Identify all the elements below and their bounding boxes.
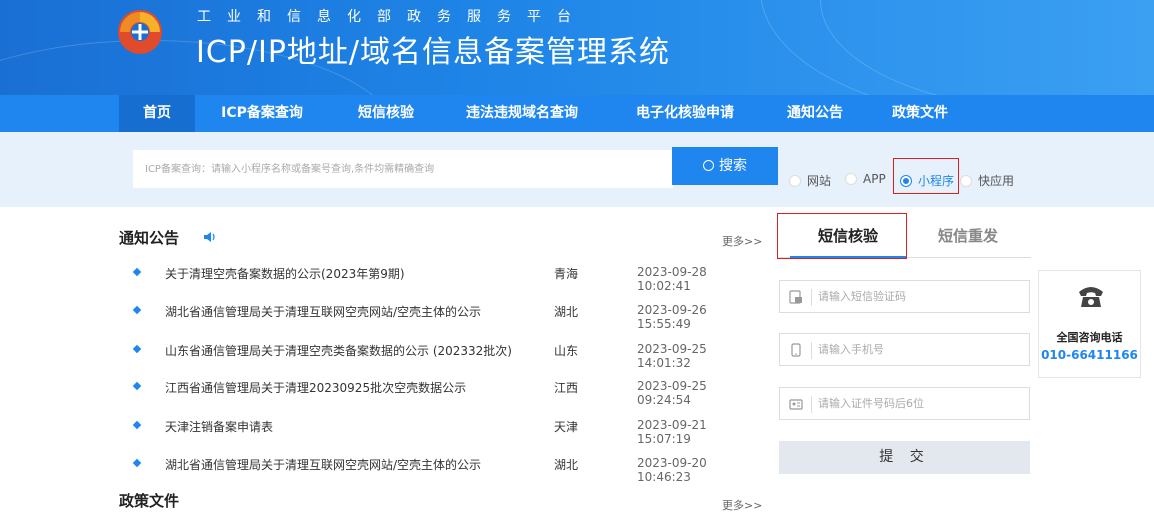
notice-row[interactable]: 山东省通信管理局关于清理空壳类备案数据的公示 (202332批次) 山东 202… (132, 342, 764, 370)
notice-title[interactable]: 关于清理空壳备案数据的公示(2023年第9期) (165, 265, 405, 282)
radio-dot (960, 174, 972, 187)
main-nav: 首页 ICP备案查询 短信核验 违法违规域名查询 电子化核验申请 通知公告 政策… (0, 95, 1154, 132)
field-separator (811, 289, 812, 306)
notice-row[interactable]: 天津注销备案申请表 天津 2023-09-21 15:07:19 (132, 418, 764, 446)
field-separator (811, 342, 812, 359)
tab-sms-resend[interactable]: 短信重发 (910, 218, 1026, 258)
radio-dot (789, 174, 801, 187)
bullet-icon (132, 344, 142, 354)
highlight-box-mini-program (893, 158, 959, 194)
policy-title: 政策文件 (119, 492, 180, 510)
mobile-field (779, 333, 1030, 366)
notice-province: 青海 (554, 267, 579, 281)
notice-row[interactable]: 关于清理空壳备案数据的公示(2023年第9期) 青海 2023-09-28 10… (132, 265, 764, 293)
notice-title[interactable]: 湖北省通信管理局关于清理互联网空壳网站/空壳主体的公示 (165, 303, 481, 320)
id-card-icon (789, 399, 803, 410)
bullet-icon (132, 267, 142, 277)
nav-item-notices[interactable]: 通知公告 (775, 95, 855, 132)
notice-province: 江西 (554, 381, 579, 395)
ministry-subtitle: 工业和信息化部政务服务平台 (197, 9, 587, 25)
radio-dot (845, 173, 857, 185)
radio-label: 网站 (807, 174, 832, 188)
field-separator (811, 396, 812, 413)
bullet-icon (132, 381, 142, 391)
search-icon (703, 160, 714, 171)
notice-province: 湖北 (554, 458, 579, 472)
search-button-label: 搜索 (719, 158, 747, 174)
sms-code-field (779, 280, 1030, 313)
notices-more-link[interactable]: 更多>> (722, 233, 762, 249)
telephone-icon (1079, 287, 1103, 307)
emblem-logo-icon (118, 10, 162, 54)
notice-row[interactable]: 湖北省通信管理局关于清理互联网空壳网站/空壳主体的公示 湖北 2023-09-2… (132, 303, 764, 331)
page-title: ICP/IP地址/域名信息备案管理系统 (196, 35, 671, 70)
id-number-field (779, 387, 1030, 420)
notice-date: 2023-09-26 15:55:49 (637, 303, 707, 331)
mobile-phone-icon (791, 343, 801, 357)
nav-item-electronic-verify[interactable]: 电子化核验申请 (625, 95, 745, 132)
hotline-label: 全国咨询电话 (1056, 331, 1123, 344)
notice-date: 2023-09-20 10:46:23 (637, 456, 707, 484)
nav-item-illegal-domain-query[interactable]: 违法违规域名查询 (452, 95, 592, 132)
notice-province: 天津 (554, 420, 579, 434)
submit-button[interactable]: 提 交 (779, 441, 1030, 474)
nav-item-sms-verify[interactable]: 短信核验 (346, 95, 426, 132)
radio-quick-app[interactable]: 快应用 (960, 172, 1014, 189)
notice-title[interactable]: 天津注销备案申请表 (165, 418, 273, 435)
notice-date: 2023-09-25 09:24:54 (637, 379, 707, 407)
notice-row[interactable]: 江西省通信管理局关于清理20230925批次空壳数据公示 江西 2023-09-… (132, 379, 764, 407)
radio-label: 快应用 (978, 174, 1015, 188)
nav-item-policy[interactable]: 政策文件 (880, 95, 960, 132)
icp-search-input[interactable] (133, 150, 673, 188)
id-number-input[interactable] (818, 388, 1023, 419)
sms-code-icon (789, 290, 802, 304)
notice-date: 2023-09-28 10:02:41 (637, 265, 707, 293)
policy-more-link[interactable]: 更多>> (722, 497, 762, 513)
notice-title[interactable]: 江西省通信管理局关于清理20230925批次空壳数据公示 (165, 379, 466, 396)
notice-title[interactable]: 山东省通信管理局关于清理空壳类备案数据的公示 (202332批次) (165, 342, 512, 359)
notices-title: 通知公告 (119, 229, 180, 247)
notice-date: 2023-09-21 15:07:19 (637, 418, 707, 446)
radio-website[interactable]: 网站 (789, 172, 831, 189)
bullet-icon (132, 458, 142, 468)
bullet-icon (132, 305, 142, 315)
notice-date: 2023-09-25 14:01:32 (637, 342, 707, 370)
hotline-box: 全国咨询电话 010-66411166 (1038, 270, 1141, 378)
hotline-number: 010-66411166 (1041, 348, 1138, 362)
nav-item-home[interactable]: 首页 (119, 95, 195, 132)
header-banner: 工业和信息化部政务服务平台 ICP/IP地址/域名信息备案管理系统 (0, 0, 1154, 95)
notice-row[interactable]: 湖北省通信管理局关于清理互联网空壳网站/空壳主体的公示 湖北 2023-09-2… (132, 456, 764, 484)
notice-province: 湖北 (554, 305, 579, 319)
radio-label: APP (863, 172, 886, 186)
bullet-icon (132, 420, 142, 430)
highlight-box-sms-tab (777, 213, 907, 259)
speaker-icon (204, 232, 215, 242)
sms-code-input[interactable] (818, 281, 1023, 312)
notice-province: 山东 (554, 344, 579, 358)
nav-item-icp-query[interactable]: ICP备案查询 (212, 95, 312, 132)
search-button[interactable]: 搜索 (672, 147, 778, 185)
notice-title[interactable]: 湖北省通信管理局关于清理互联网空壳网站/空壳主体的公示 (165, 456, 481, 473)
radio-app[interactable]: APP (845, 172, 886, 186)
mobile-input[interactable] (818, 334, 1023, 365)
